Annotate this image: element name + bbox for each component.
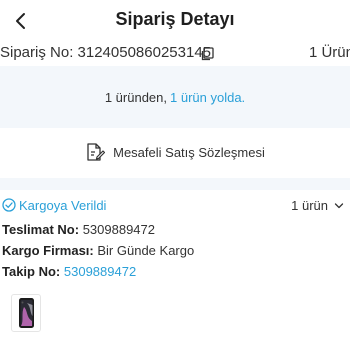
- shipment-status: Kargoya Verildi: [19, 198, 107, 213]
- page-title: Sipariş Detayı: [115, 9, 235, 29]
- tracking-number-link[interactable]: 5309889472: [64, 264, 136, 279]
- check-circle-icon: [2, 198, 16, 212]
- status-banner-prefix: 1 üründen,: [104, 89, 167, 105]
- section-divider: [0, 178, 350, 190]
- shipment-header: Kargoya Verildi 1 ürün: [0, 192, 350, 218]
- status-banner-highlight: 1 ürün yolda.: [170, 89, 246, 105]
- carrier-row: Kargo Firması: Bir Günde Kargo: [2, 243, 194, 258]
- tracking-number-label: Takip No:: [2, 264, 61, 279]
- carrier-label: Kargo Firması:: [2, 243, 94, 258]
- phone-product-image: [19, 298, 34, 328]
- order-number-row: Sipariş No: 3124050860253145 1 Ürün: [0, 42, 350, 66]
- shipment-item-count: 1 ürün: [291, 198, 328, 213]
- status-banner: 1 üründen, 1 ürün yolda.: [0, 66, 350, 128]
- delivery-number-label: Teslimat No:: [2, 222, 80, 237]
- header-bar: Sipariş Detayı: [0, 0, 350, 44]
- carrier-value: Bir Günde Kargo: [97, 243, 195, 258]
- order-number: Sipariş No: 3124050860253145: [0, 44, 212, 61]
- shipment-item-count-toggle[interactable]: 1 ürün: [291, 198, 344, 213]
- chevron-down-icon: [334, 202, 344, 208]
- sales-contract-label: Mesafeli Satış Sözleşmesi: [113, 144, 265, 160]
- delivery-number-row: Teslimat No: 5309889472: [2, 222, 155, 237]
- product-thumbnail[interactable]: [11, 294, 41, 332]
- copy-icon[interactable]: [201, 47, 215, 61]
- order-item-count: 1 Ürün: [308, 44, 350, 61]
- tracking-number-row: Takip No: 5309889472: [2, 264, 136, 279]
- delivery-number-value: 5309889472: [82, 222, 155, 237]
- sales-contract-link[interactable]: Mesafeli Satış Sözleşmesi: [0, 128, 350, 176]
- document-pen-icon: [87, 143, 106, 161]
